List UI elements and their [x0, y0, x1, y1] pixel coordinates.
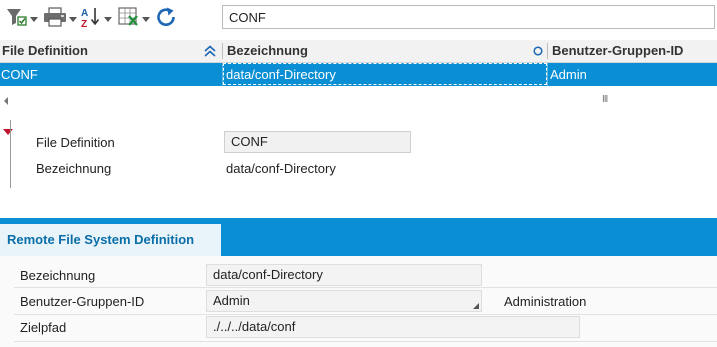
print-button[interactable]	[43, 6, 77, 28]
cell-divider	[547, 63, 548, 86]
printer-icon	[44, 7, 66, 27]
scroll-grip[interactable]: III	[602, 94, 608, 105]
circle-marker-icon[interactable]	[533, 46, 543, 56]
gruppe-description: Administration	[504, 294, 587, 309]
file-definition-field[interactable]: CONF	[224, 131, 411, 153]
filter-icon	[7, 9, 27, 26]
export-excel-icon	[118, 7, 138, 26]
divider	[14, 287, 717, 288]
tab-remote-file-system-definition[interactable]: Remote File System Definition	[0, 224, 221, 256]
bezeichnung-value: data/conf-Directory	[226, 161, 336, 176]
sort-ascending-icon[interactable]	[204, 45, 216, 57]
tab-bezeichnung-label: Bezeichnung	[20, 268, 96, 283]
bezeichnung-label: Bezeichnung	[36, 161, 112, 176]
cell-focus-frame	[223, 63, 547, 85]
toolbar: A Z	[0, 0, 717, 36]
column-header-gruppe[interactable]: Benutzer-Gruppen-ID	[552, 40, 683, 62]
svg-text:Z: Z	[81, 19, 87, 28]
detail-bracket	[10, 120, 11, 188]
svg-text:A: A	[81, 8, 88, 19]
scroll-left-icon[interactable]	[4, 97, 8, 105]
dropdown-corner-icon	[473, 303, 479, 309]
column-divider[interactable]	[222, 43, 223, 59]
horizontal-scrollbar[interactable]: III	[0, 92, 717, 110]
export-button[interactable]	[118, 6, 150, 28]
column-header-file-definition[interactable]: File Definition	[2, 40, 88, 62]
search-input[interactable]	[222, 5, 715, 29]
gruppe-dropdown[interactable]: Admin	[206, 290, 482, 312]
chevron-down-icon	[30, 16, 38, 22]
refresh-button[interactable]	[155, 6, 177, 28]
sort-button[interactable]: A Z	[80, 6, 112, 28]
sort-az-icon: A Z	[81, 8, 100, 28]
tab-bezeichnung-field[interactable]: data/conf-Directory	[206, 264, 482, 286]
cell-gruppe[interactable]: Admin	[550, 63, 587, 86]
file-definition-label: File Definition	[36, 135, 115, 150]
refresh-icon	[157, 7, 175, 26]
chevron-down-icon	[142, 16, 150, 22]
collapse-marker-icon[interactable]	[3, 129, 13, 135]
column-header-bezeichnung[interactable]: Bezeichnung	[227, 40, 308, 62]
grid-header: File Definition Bezeichnung Benutzer-Gru…	[0, 40, 717, 63]
chevron-down-icon	[69, 16, 77, 22]
tab-gruppe-label: Benutzer-Gruppen-ID	[20, 294, 145, 309]
filter-button[interactable]	[6, 6, 38, 28]
column-divider[interactable]	[547, 43, 548, 59]
gruppe-dropdown-value: Admin	[213, 293, 250, 308]
cell-file-definition[interactable]: CONF	[1, 63, 38, 86]
divider	[14, 314, 717, 315]
tab-zielpfad-label: Zielpfad	[20, 320, 67, 335]
chevron-down-icon	[104, 16, 112, 22]
zielpfad-field[interactable]: ./../../data/conf	[206, 316, 580, 338]
divider	[14, 341, 717, 342]
